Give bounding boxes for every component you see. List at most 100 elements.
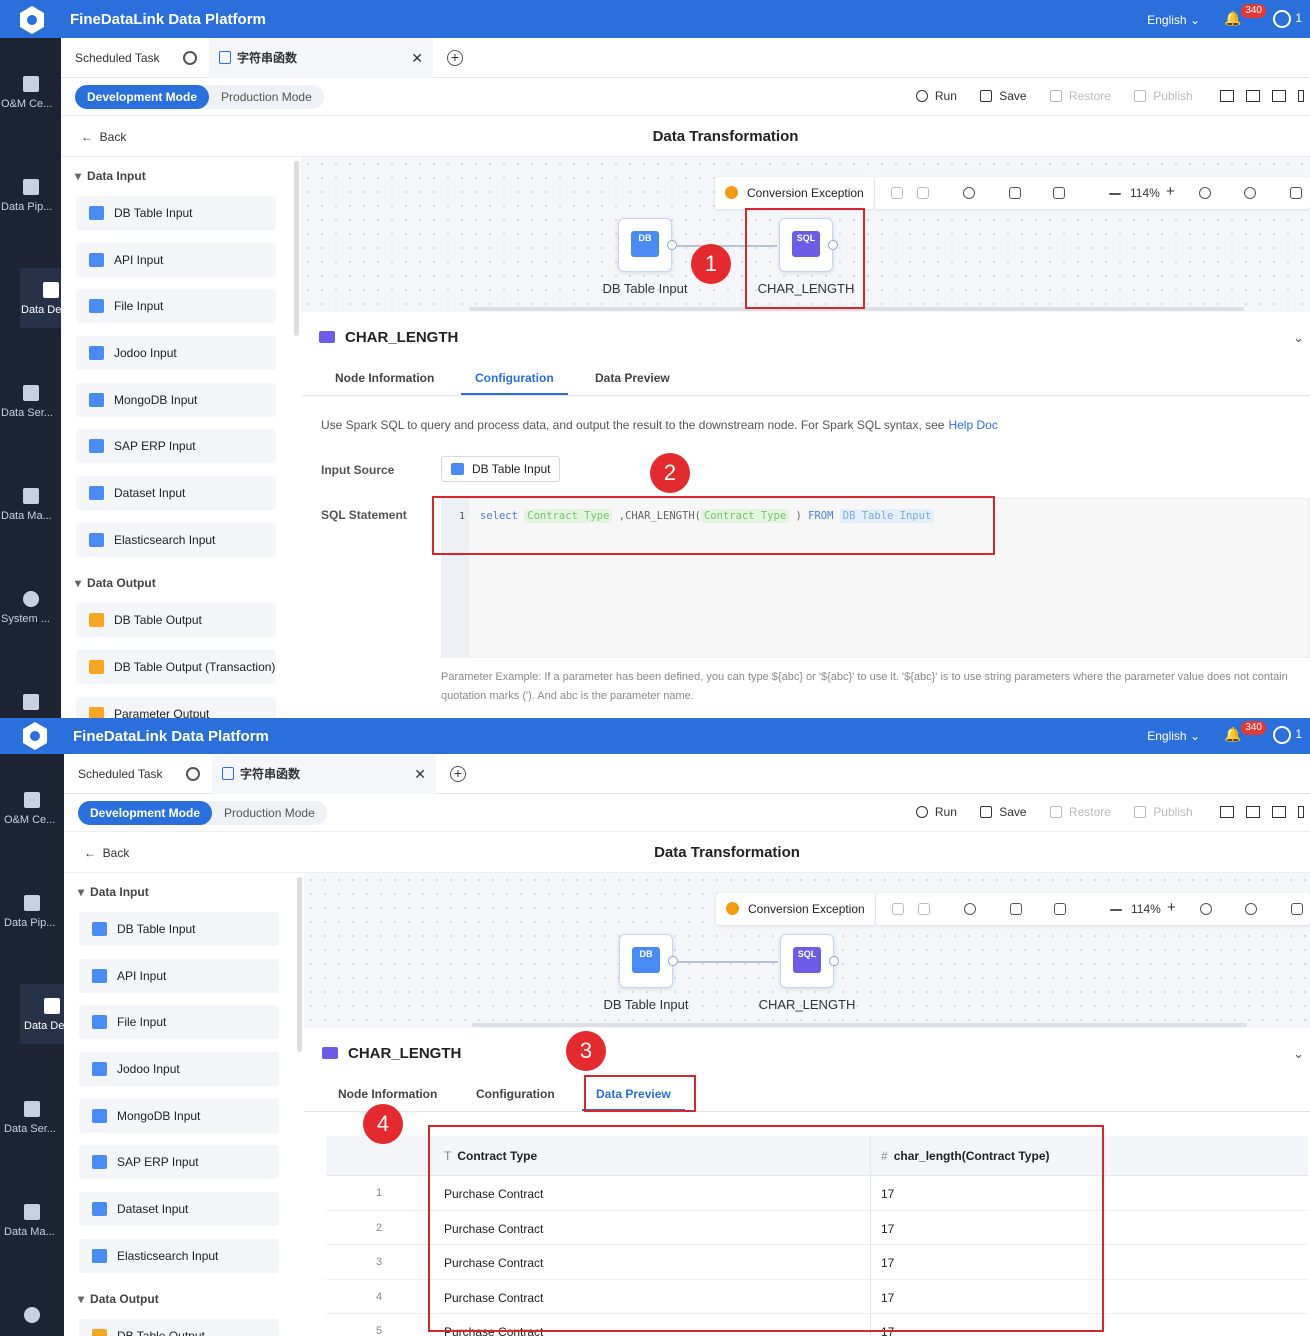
sidebar-item-data-pipeline[interactable]: Data Pip... <box>0 881 64 941</box>
node-db-table-input[interactable]: DB <box>619 934 673 988</box>
operator-dataset-input[interactable]: Dataset Input <box>76 476 276 510</box>
operator-jodoo-input[interactable]: Jodoo Input <box>79 1052 279 1086</box>
add-tab-icon[interactable]: + <box>447 50 463 66</box>
user-menu[interactable]: 1 <box>1273 726 1302 744</box>
flow-icon[interactable] <box>1220 806 1234 818</box>
save-button[interactable]: Save <box>980 805 1027 819</box>
sidebar-item-data-pipeline[interactable]: Data Pip... <box>0 165 61 225</box>
tab-current-task[interactable]: 字符串函数 ✕ <box>212 754 436 794</box>
help-doc-link[interactable]: Help Doc <box>948 418 997 432</box>
zoom-out-icon[interactable] <box>1110 909 1122 911</box>
operator-parameter-output[interactable]: Parameter Output <box>76 697 276 718</box>
production-mode-button[interactable]: Production Mode <box>209 85 324 109</box>
chevron-down-icon[interactable]: ⌄ <box>1293 1046 1304 1062</box>
fit-icon[interactable] <box>1010 903 1022 915</box>
sidebar-item-system[interactable]: System ... <box>0 577 61 637</box>
operator-elasticsearch-input[interactable]: Elasticsearch Input <box>79 1239 279 1273</box>
layout-icon[interactable] <box>1053 187 1065 199</box>
operator-jodoo-input[interactable]: Jodoo Input <box>76 336 276 370</box>
close-icon[interactable]: ✕ <box>414 754 426 794</box>
canvas-scrollbar[interactable] <box>472 1023 1247 1027</box>
node-char-length[interactable]: SQL <box>780 934 834 988</box>
sidebar-item-system[interactable] <box>0 1293 64 1336</box>
development-mode-button[interactable]: Development Mode <box>78 801 213 825</box>
tab-scheduled-task[interactable]: Scheduled Task <box>78 754 163 794</box>
operator-db-table-output[interactable]: DB Table Output <box>76 603 276 637</box>
bell-icon[interactable]: 🔔 <box>1224 726 1242 744</box>
sidebar-item-data-service[interactable]: Data Ser... <box>0 371 61 431</box>
zoom-out-icon[interactable] <box>1109 193 1121 195</box>
tab-current-task[interactable]: 字符串函数 ✕ <box>209 38 433 78</box>
operator-sap-erp-input[interactable]: SAP ERP Input <box>79 1145 279 1179</box>
tab-node-information[interactable]: Node Information <box>335 371 434 385</box>
output-port[interactable] <box>829 956 839 966</box>
palette-icon[interactable] <box>963 187 975 199</box>
settings-icon[interactable] <box>183 51 197 65</box>
production-mode-button[interactable]: Production Mode <box>212 801 327 825</box>
undo-icon[interactable] <box>892 903 904 915</box>
publish-button[interactable]: Publish <box>1134 89 1193 103</box>
language-selector[interactable]: English ⌄ <box>1147 729 1200 743</box>
panel-icon[interactable] <box>1298 90 1304 102</box>
section-data-input[interactable]: Data Input <box>78 885 149 899</box>
palette-icon[interactable] <box>964 903 976 915</box>
development-mode-button[interactable]: Development Mode <box>75 85 210 109</box>
run-button[interactable]: Run <box>915 805 957 819</box>
calendar-icon[interactable] <box>1272 90 1286 102</box>
node-db-table-input[interactable]: DB <box>618 218 672 272</box>
sidebar-item-om-center[interactable]: O&M Ce... <box>0 778 64 838</box>
panel-scrollbar[interactable] <box>297 877 302 1052</box>
fit-icon[interactable] <box>1009 187 1021 199</box>
sidebar-item-om-center[interactable]: O&M Ce... <box>0 62 61 122</box>
operator-db-table-output-transaction[interactable]: DB Table Output (Transaction) <box>76 650 276 684</box>
operator-db-table-output[interactable]: DB Table Output <box>79 1319 279 1336</box>
publish-button[interactable]: Publish <box>1134 805 1193 819</box>
operator-mongodb-input[interactable]: MongoDB Input <box>76 383 276 417</box>
flow-icon[interactable] <box>1220 90 1234 102</box>
tab-scheduled-task[interactable]: Scheduled Task <box>75 38 160 78</box>
conversion-exception-button[interactable]: Conversion Exception <box>716 893 875 925</box>
sliders-icon[interactable] <box>1246 806 1260 818</box>
restore-button[interactable]: Restore <box>1049 805 1111 819</box>
output-port[interactable] <box>668 956 678 966</box>
search-icon[interactable] <box>1244 187 1256 199</box>
operator-db-table-input[interactable]: DB Table Input <box>79 912 279 946</box>
zoom-in-icon[interactable]: + <box>1166 183 1178 200</box>
section-data-input[interactable]: Data Input <box>75 169 146 183</box>
panel-icon[interactable] <box>1298 806 1304 818</box>
tab-configuration[interactable]: Configuration <box>461 371 568 395</box>
input-source-chip[interactable]: DB Table Input <box>441 456 560 482</box>
redo-icon[interactable] <box>918 903 930 915</box>
sidebar-item-more[interactable] <box>0 680 61 718</box>
sidebar-item-data-management[interactable]: Data Ma... <box>0 1190 64 1250</box>
language-selector[interactable]: English ⌄ <box>1147 13 1200 27</box>
operator-elasticsearch-input[interactable]: Elasticsearch Input <box>76 523 276 557</box>
close-icon[interactable]: ✕ <box>411 38 423 78</box>
operator-api-input[interactable]: API Input <box>76 243 276 277</box>
calendar-icon[interactable] <box>1272 806 1286 818</box>
settings-icon[interactable] <box>186 767 200 781</box>
minimap-icon[interactable] <box>1290 187 1302 199</box>
operator-file-input[interactable]: File Input <box>79 1005 279 1039</box>
undo-icon[interactable] <box>891 187 903 199</box>
zoom-in-icon[interactable]: + <box>1167 899 1179 916</box>
operator-api-input[interactable]: API Input <box>79 959 279 993</box>
tab-configuration[interactable]: Configuration <box>476 1087 555 1101</box>
section-data-output[interactable]: Data Output <box>75 576 156 590</box>
flow-canvas[interactable]: Conversion Exception 114% + DB SQL DB Ta… <box>304 873 1310 1037</box>
run-button[interactable]: Run <box>915 89 957 103</box>
panel-scrollbar[interactable] <box>294 161 299 336</box>
sidebar-item-data-management[interactable]: Data Ma... <box>0 474 61 534</box>
chevron-down-icon[interactable]: ⌄ <box>1293 330 1304 346</box>
sliders-icon[interactable] <box>1246 90 1260 102</box>
operator-db-table-input[interactable]: DB Table Input <box>76 196 276 230</box>
bell-icon[interactable]: 🔔 <box>1224 10 1242 28</box>
operator-file-input[interactable]: File Input <box>76 289 276 323</box>
layout-icon[interactable] <box>1054 903 1066 915</box>
tab-data-preview[interactable]: Data Preview <box>595 371 670 385</box>
operator-dataset-input[interactable]: Dataset Input <box>79 1192 279 1226</box>
output-port[interactable] <box>667 240 677 250</box>
operator-mongodb-input[interactable]: MongoDB Input <box>79 1099 279 1133</box>
user-menu[interactable]: 1 <box>1273 10 1302 28</box>
redo-icon[interactable] <box>917 187 929 199</box>
